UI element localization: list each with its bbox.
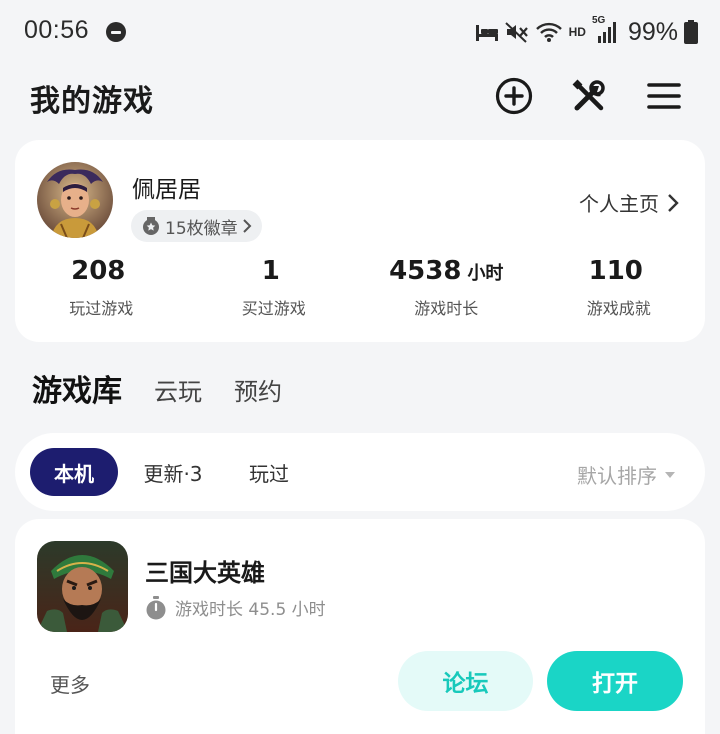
chevron-right-icon — [242, 219, 252, 233]
add-circle-icon — [495, 77, 533, 115]
badges-count: 15枚徽章 — [165, 218, 238, 239]
game-card: 三国大英雄 游戏时长 45.5 小时 更多 论坛 打开 — [15, 519, 705, 734]
mute-icon — [504, 22, 528, 43]
battery-percent: 99% — [627, 17, 678, 46]
game-icon[interactable] — [37, 541, 128, 632]
page-title: 我的游戏 — [30, 84, 154, 119]
status-time: 00:56 — [24, 16, 90, 44]
more-button[interactable]: 更多 — [50, 669, 90, 698]
add-game-button[interactable] — [490, 72, 538, 120]
stat-value: 1 — [261, 256, 280, 286]
stopwatch-icon — [146, 595, 166, 619]
menu-icon — [647, 83, 681, 109]
filter-chip-played[interactable]: 玩过 — [235, 448, 303, 496]
stat-value: 208 — [71, 256, 126, 286]
my-games-screen: 00:56 HD 5G 99% 我的游戏 佩居居 15枚徽章 个人主页 208 … — [0, 0, 720, 734]
playtime-text: 游戏时长 45.5 小时 — [175, 600, 326, 620]
open-game-button[interactable]: 打开 — [547, 651, 683, 711]
stat-label: 游戏时长 — [414, 299, 479, 318]
tab-game-library[interactable]: 游戏库 — [32, 366, 122, 418]
wifi-icon — [535, 22, 562, 42]
tab-reservations[interactable]: 预约 — [234, 366, 282, 407]
stat-value: 4538 小时 — [389, 256, 504, 286]
stat-label: 买过游戏 — [241, 299, 306, 318]
menu-button[interactable] — [640, 72, 688, 120]
filter-chip-local[interactable]: 本机 — [30, 448, 118, 496]
battery-icon — [684, 20, 698, 44]
username: 佩居居 — [132, 177, 201, 203]
sort-label: 默认排序 — [577, 464, 657, 488]
status-icons: HD 5G 99% — [475, 14, 698, 50]
status-bar: 00:56 HD 5G 99% — [0, 0, 720, 64]
stat-value: 110 — [588, 256, 643, 286]
stat-bought-games[interactable]: 1 买过游戏 — [188, 256, 361, 319]
avatar[interactable] — [37, 162, 113, 238]
stat-achievements[interactable]: 110 游戏成就 — [533, 256, 706, 319]
personal-homepage-link[interactable]: 个人主页 — [579, 188, 679, 217]
sort-dropdown[interactable]: 默认排序 — [577, 460, 675, 489]
stat-played-games[interactable]: 208 玩过游戏 — [15, 256, 188, 319]
app-header: 我的游戏 — [0, 64, 720, 128]
stats-row: 208 玩过游戏 1 买过游戏 4538 小时 游戏时长 110 游戏成就 — [15, 256, 705, 319]
badges-button[interactable]: 15枚徽章 — [131, 210, 262, 242]
filter-chip-updates[interactable]: 更新·3 — [133, 448, 213, 496]
homepage-label: 个人主页 — [579, 192, 659, 216]
filter-bar: 本机 更新·3 玩过 默认排序 — [15, 433, 705, 511]
signal-icon: 5G — [592, 15, 620, 45]
stat-label: 游戏成就 — [586, 299, 651, 318]
do-not-disturb-icon — [106, 22, 126, 42]
game-name: 三国大英雄 — [145, 559, 265, 587]
tab-cloud-play[interactable]: 云玩 — [154, 366, 202, 407]
tools-icon — [572, 79, 605, 111]
sleep-icon — [475, 25, 498, 41]
profile-card: 佩居居 15枚徽章 个人主页 208 玩过游戏 1 买过游戏 4538 小时 游… — [15, 140, 705, 342]
medal-icon — [143, 217, 159, 235]
game-playtime: 游戏时长 45.5 小时 — [145, 595, 326, 620]
caret-down-icon — [665, 471, 675, 478]
library-tabs: 游戏库 云玩 预约 — [32, 366, 282, 418]
tools-button[interactable] — [565, 72, 613, 120]
forum-button[interactable]: 论坛 — [398, 651, 533, 711]
chevron-right-icon — [668, 193, 679, 212]
hd-label: HD — [568, 25, 586, 39]
stat-label: 玩过游戏 — [69, 299, 134, 318]
stat-play-time[interactable]: 4538 小时 游戏时长 — [360, 256, 533, 319]
